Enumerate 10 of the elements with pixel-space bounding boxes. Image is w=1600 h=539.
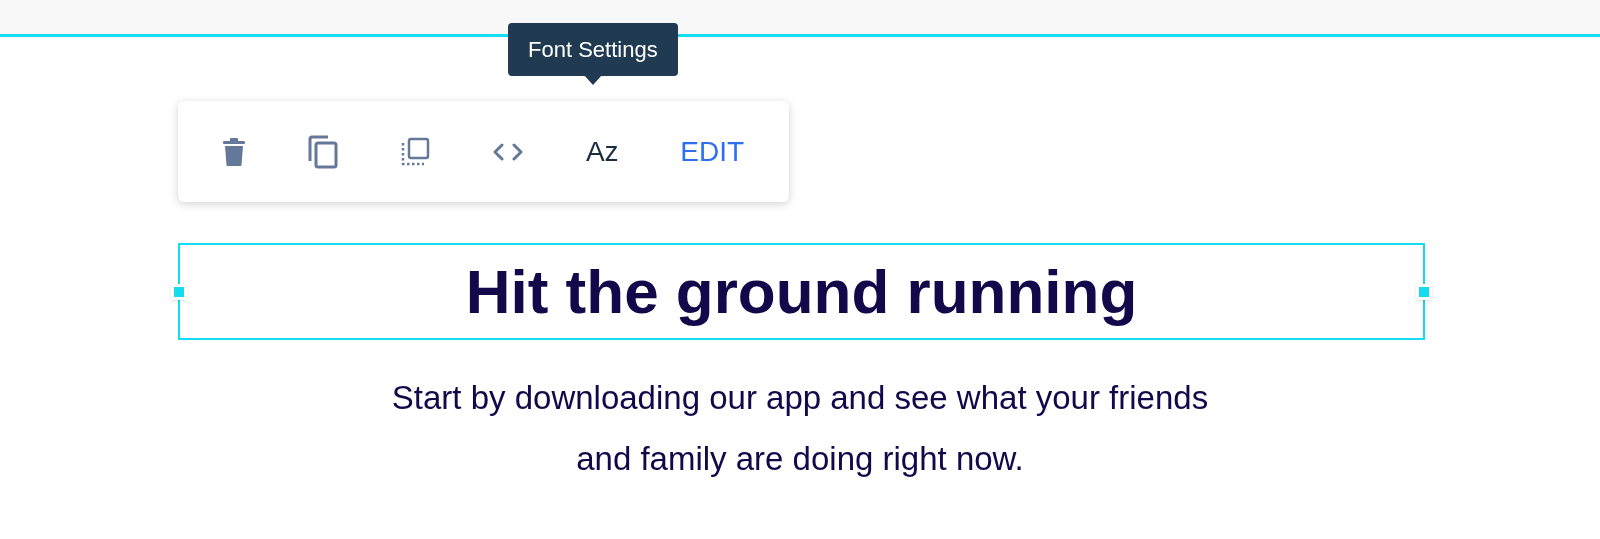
trash-icon — [222, 137, 245, 166]
resize-handle[interactable] — [171, 283, 187, 300]
paragraph: Start by downloading our app and see what your friends and family are doing right now. — [390, 378, 1210, 479]
font-settings-button[interactable]: Az — [577, 130, 627, 173]
frame-icon — [400, 136, 431, 167]
copy-icon — [306, 134, 339, 169]
tooltip-arrow — [583, 75, 602, 85]
edit-button[interactable]: EDIT — [672, 130, 753, 173]
code-icon — [492, 141, 525, 162]
resize-handle[interactable] — [1416, 283, 1432, 300]
